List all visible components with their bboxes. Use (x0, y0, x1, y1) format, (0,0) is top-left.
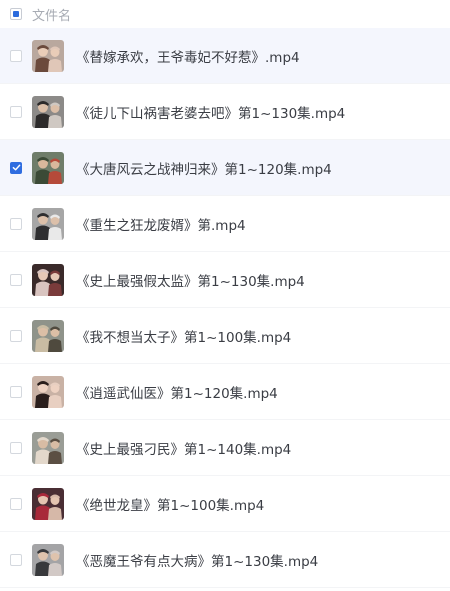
file-name[interactable]: 《逍遥武仙医》第1~120集.mp4 (76, 382, 278, 402)
file-checkbox[interactable] (10, 49, 22, 62)
file-row[interactable]: 《替嫁承欢，王爷毒妃不好惹》.mp4 (0, 28, 450, 84)
list-header: 文件名 (0, 0, 450, 28)
file-row[interactable]: 《重生之狂龙废婿》第.mp4 (0, 196, 450, 252)
file-name[interactable]: 《重生之狂龙废婿》第.mp4 (76, 214, 246, 234)
file-row[interactable]: 《绝世龙皇》第1~100集.mp4 (0, 476, 450, 532)
file-checkbox[interactable] (10, 553, 22, 566)
file-name[interactable]: 《恶魔王爷有点大病》第1~130集.mp4 (76, 550, 318, 570)
file-name[interactable]: 《史上最强刁民》第1~140集.mp4 (76, 438, 291, 458)
file-checkbox[interactable] (10, 273, 22, 286)
file-checkbox[interactable] (10, 385, 22, 398)
file-rows: 《替嫁承欢，王爷毒妃不好惹》.mp4 《徒儿下山祸害老婆去吧》第1~130集.mp… (0, 28, 450, 588)
video-thumbnail[interactable] (32, 39, 64, 72)
file-row[interactable]: 《史上最强假太监》第1~130集.mp4 (0, 252, 450, 308)
file-list: 文件名 《替嫁承欢，王爷毒妃不好惹》.mp4 《徒儿下山祸害老婆去吧》第1~130… (0, 0, 450, 591)
file-checkbox[interactable] (10, 161, 22, 174)
video-thumbnail[interactable] (32, 543, 64, 576)
video-thumbnail[interactable] (32, 319, 64, 352)
video-thumbnail[interactable] (32, 487, 64, 520)
file-name[interactable]: 《我不想当太子》第1~100集.mp4 (76, 326, 291, 346)
file-checkbox[interactable] (10, 217, 22, 230)
file-name[interactable]: 《替嫁承欢，王爷毒妃不好惹》.mp4 (76, 46, 300, 66)
select-all-checkbox[interactable] (10, 8, 22, 20)
video-thumbnail[interactable] (32, 375, 64, 408)
file-row[interactable]: 《逍遥武仙医》第1~120集.mp4 (0, 364, 450, 420)
checkmark-icon (12, 164, 20, 171)
file-name[interactable]: 《绝世龙皇》第1~100集.mp4 (76, 494, 264, 514)
file-row[interactable]: 《徒儿下山祸害老婆去吧》第1~130集.mp4 (0, 84, 450, 140)
video-thumbnail[interactable] (32, 207, 64, 240)
video-thumbnail[interactable] (32, 263, 64, 296)
file-row[interactable]: 《我不想当太子》第1~100集.mp4 (0, 308, 450, 364)
file-name[interactable]: 《徒儿下山祸害老婆去吧》第1~130集.mp4 (76, 102, 345, 122)
video-thumbnail[interactable] (32, 151, 64, 184)
partial-selection-indicator (13, 11, 19, 17)
file-checkbox[interactable] (10, 329, 22, 342)
file-row[interactable]: 《大唐风云之战神归来》第1~120集.mp4 (0, 140, 450, 196)
file-row[interactable]: 《史上最强刁民》第1~140集.mp4 (0, 420, 450, 476)
file-name[interactable]: 《大唐风云之战神归来》第1~120集.mp4 (76, 158, 332, 178)
file-checkbox[interactable] (10, 497, 22, 510)
column-header-filename[interactable]: 文件名 (32, 5, 71, 24)
video-thumbnail[interactable] (32, 431, 64, 464)
file-checkbox[interactable] (10, 105, 22, 118)
video-thumbnail[interactable] (32, 95, 64, 128)
file-name[interactable]: 《史上最强假太监》第1~130集.mp4 (76, 270, 305, 290)
file-row[interactable]: 《恶魔王爷有点大病》第1~130集.mp4 (0, 532, 450, 588)
file-checkbox[interactable] (10, 441, 22, 454)
